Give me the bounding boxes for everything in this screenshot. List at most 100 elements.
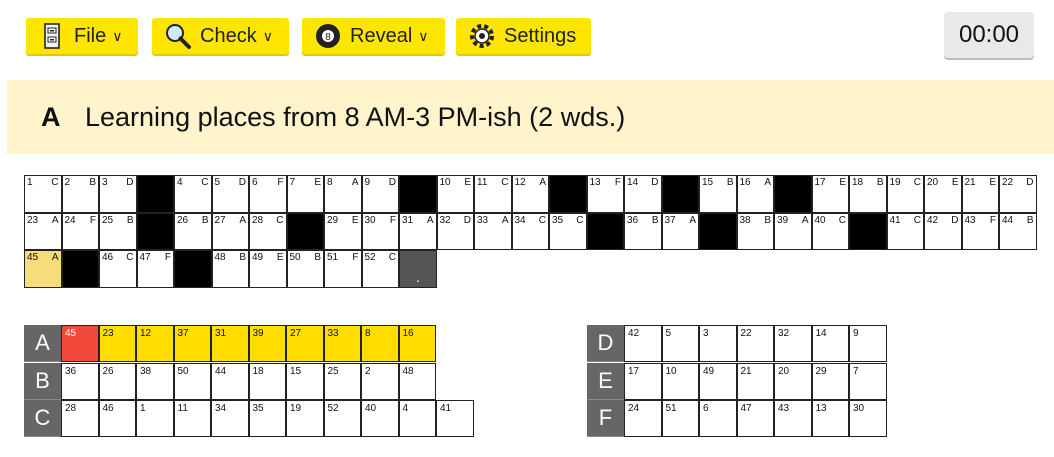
grid-cell[interactable]: 22 D bbox=[999, 175, 1037, 213]
grid-cell[interactable]: 47 F bbox=[136, 250, 174, 288]
clue-answer-cell[interactable]: 2 bbox=[361, 362, 399, 400]
settings-button[interactable]: Settings bbox=[456, 18, 591, 54]
clue-row-label[interactable]: A bbox=[24, 325, 61, 362]
clue-answer-cell[interactable]: 30 bbox=[849, 400, 887, 437]
clue-answer-cell[interactable]: 22 bbox=[736, 325, 774, 362]
grid-cell[interactable]: 40 C bbox=[811, 212, 849, 250]
clue-answer-cell[interactable]: 40 bbox=[361, 400, 399, 437]
clue-answer-cell[interactable]: 1 bbox=[136, 400, 174, 437]
clue-answer-cell[interactable]: 12 bbox=[136, 325, 174, 362]
grid-cell[interactable]: 16 A bbox=[736, 175, 774, 213]
clue-answer-cell[interactable]: 8 bbox=[361, 325, 399, 362]
grid-cell[interactable]: 21 E bbox=[961, 175, 999, 213]
clue-answer-cell[interactable]: 34 bbox=[211, 400, 249, 437]
clue-answer-cell[interactable]: 47 bbox=[736, 400, 774, 437]
clue-answer-cell[interactable]: 51 bbox=[661, 400, 699, 437]
grid-cell[interactable]: 42 D bbox=[924, 212, 962, 250]
clue-answer-cell[interactable]: 13 bbox=[811, 400, 849, 437]
grid-cell[interactable]: 7E bbox=[286, 175, 324, 213]
grid-cell[interactable]: 11 C bbox=[474, 175, 512, 213]
clue-answer-cell[interactable]: 5 bbox=[661, 325, 699, 362]
grid-cell[interactable]: 13 F bbox=[586, 175, 624, 213]
grid-cell[interactable]: 36 B bbox=[624, 212, 662, 250]
check-menu-button[interactable]: Check ∨ bbox=[152, 18, 289, 54]
clue-answer-cell[interactable]: 6 bbox=[699, 400, 737, 437]
clue-answer-cell[interactable]: 31 bbox=[211, 325, 249, 362]
clue-answer-cell[interactable]: 20 bbox=[774, 362, 812, 400]
clue-answer-cell[interactable]: 10 bbox=[661, 362, 699, 400]
clue-answer-cell[interactable]: 9 bbox=[849, 325, 887, 362]
grid-cell[interactable]: 5D bbox=[211, 175, 249, 213]
grid-cell[interactable]: 6F bbox=[249, 175, 287, 213]
grid-cell[interactable]: 43 F bbox=[961, 212, 999, 250]
clue-answer-cell[interactable]: 32 bbox=[774, 325, 812, 362]
grid-cell[interactable]: 26 B bbox=[174, 212, 212, 250]
clue-answer-cell[interactable]: 36 bbox=[61, 362, 99, 400]
grid-cell[interactable]: 29 E bbox=[324, 212, 362, 250]
grid-cell[interactable]: 39 A bbox=[774, 212, 812, 250]
clue-answer-cell[interactable]: 3 bbox=[699, 325, 737, 362]
clue-answer-cell[interactable]: 38 bbox=[136, 362, 174, 400]
clue-answer-cell[interactable]: 48 bbox=[398, 362, 436, 400]
grid-cell[interactable]: 25 B bbox=[99, 212, 137, 250]
clue-answer-cell[interactable]: 46 bbox=[98, 400, 136, 437]
grid-cell[interactable]: 44 B bbox=[999, 212, 1037, 250]
grid-cell[interactable]: 18 B bbox=[849, 175, 887, 213]
clue-row-label[interactable]: F bbox=[587, 400, 624, 437]
clue-answer-cell[interactable]: 25 bbox=[323, 362, 361, 400]
clue-answer-cell[interactable]: 28 bbox=[61, 400, 99, 437]
timer[interactable]: 00:00 bbox=[944, 12, 1034, 58]
grid-cell[interactable]: 37 A bbox=[661, 212, 699, 250]
grid-cell[interactable]: 30 F bbox=[361, 212, 399, 250]
clue-answer-cell[interactable]: 14 bbox=[811, 325, 849, 362]
clue-answer-cell[interactable]: 23 bbox=[98, 325, 136, 362]
clue-row-label[interactable]: E bbox=[587, 362, 624, 400]
grid-cell[interactable]: 46 C bbox=[99, 250, 137, 288]
grid-cell[interactable]: 45 A bbox=[24, 250, 62, 288]
clue-row-label[interactable]: C bbox=[24, 400, 61, 437]
grid-cell[interactable]: 48 B bbox=[211, 250, 249, 288]
file-menu-button[interactable]: File ∨ bbox=[26, 18, 138, 54]
grid-cell[interactable]: 14 D bbox=[624, 175, 662, 213]
grid-cell[interactable]: 8A bbox=[324, 175, 362, 213]
grid-cell[interactable]: 4C bbox=[174, 175, 212, 213]
clue-answer-cell[interactable]: 24 bbox=[624, 400, 662, 437]
clue-answer-cell[interactable]: 44 bbox=[211, 362, 249, 400]
grid-cell[interactable]: 41 C bbox=[886, 212, 924, 250]
grid-cell[interactable]: 12 A bbox=[511, 175, 549, 213]
grid-cell[interactable]: 31 A bbox=[399, 212, 437, 250]
clue-answer-cell[interactable]: 35 bbox=[248, 400, 286, 437]
grid-cell[interactable]: 3D bbox=[99, 175, 137, 213]
clue-answer-cell[interactable]: 7 bbox=[849, 362, 887, 400]
clue-answer-cell[interactable]: 17 bbox=[624, 362, 662, 400]
clue-answer-cell[interactable]: 15 bbox=[286, 362, 324, 400]
clue-answer-cell[interactable]: 52 bbox=[323, 400, 361, 437]
grid-cell[interactable]: 17 E bbox=[811, 175, 849, 213]
grid-cell[interactable]: 52 C bbox=[361, 250, 399, 288]
clue-answer-cell[interactable]: 50 bbox=[173, 362, 211, 400]
grid-cell[interactable]: 28 C bbox=[249, 212, 287, 250]
grid-cell[interactable]: 2B bbox=[61, 175, 99, 213]
clue-answer-cell[interactable]: 16 bbox=[398, 325, 436, 362]
clue-answer-cell[interactable]: 37 bbox=[173, 325, 211, 362]
clue-answer-cell[interactable]: 42 bbox=[624, 325, 662, 362]
clue-answer-cell[interactable]: 4 bbox=[398, 400, 436, 437]
clue-answer-cell[interactable]: 18 bbox=[248, 362, 286, 400]
clue-answer-cell[interactable]: 39 bbox=[248, 325, 286, 362]
grid-cell[interactable]: 15 B bbox=[699, 175, 737, 213]
clue-answer-cell[interactable]: 33 bbox=[323, 325, 361, 362]
grid-cell[interactable]: 49 E bbox=[249, 250, 287, 288]
grid-cell[interactable]: 10 E bbox=[436, 175, 474, 213]
grid-cell[interactable]: 9D bbox=[361, 175, 399, 213]
clue-row-label[interactable]: D bbox=[587, 325, 624, 362]
grid-cell[interactable]: 32 D bbox=[436, 212, 474, 250]
clue-answer-cell[interactable]: 27 bbox=[286, 325, 324, 362]
grid-cell[interactable]: 19 C bbox=[886, 175, 924, 213]
grid-cell[interactable]: 20 E bbox=[924, 175, 962, 213]
grid-cell[interactable]: 35 C bbox=[549, 212, 587, 250]
clue-row-label[interactable]: B bbox=[24, 362, 61, 400]
clue-answer-cell[interactable]: 43 bbox=[774, 400, 812, 437]
grid-cell[interactable]: 50 B bbox=[286, 250, 324, 288]
clue-answer-cell[interactable]: 19 bbox=[286, 400, 324, 437]
clue-answer-cell[interactable]: 45 bbox=[61, 325, 99, 362]
